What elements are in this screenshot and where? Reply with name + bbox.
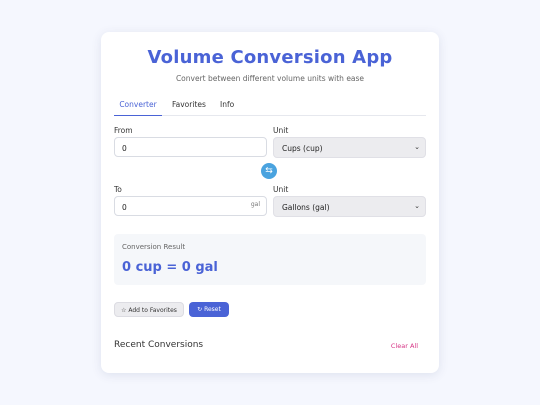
add-to-favorites-label: Add to Favorites — [128, 307, 177, 314]
to-unit-select[interactable]: Gallons (gal) ⌄ — [273, 196, 426, 217]
converter-card: Volume Conversion App Convert between di… — [101, 32, 439, 373]
app-title: Volume Conversion App — [147, 47, 393, 68]
from-label: From — [114, 126, 133, 135]
from-value-input[interactable]: 0 — [114, 137, 267, 157]
to-value-input[interactable]: 0 gal — [114, 196, 267, 216]
chevron-down-icon: ⌄ — [414, 143, 420, 151]
app-subtitle: Convert between different volume units w… — [175, 74, 365, 83]
from-value: 0 — [122, 144, 127, 153]
clear-all-button[interactable]: Clear All — [391, 342, 418, 350]
tab-info[interactable]: Info — [220, 100, 234, 116]
conversion-result-panel: Conversion Result 0 cup = 0 gal — [114, 234, 426, 285]
to-unit-suffix: gal — [250, 201, 260, 208]
result-label: Conversion Result — [122, 243, 186, 251]
from-unit-label: Unit — [273, 126, 289, 135]
add-to-favorites-button[interactable]: ☆ Add to Favorites — [114, 302, 184, 317]
reset-label: Reset — [204, 306, 221, 313]
to-label: To — [114, 185, 122, 194]
swap-arrows-icon[interactable]: ⇆ — [261, 163, 277, 179]
reset-button[interactable]: ↻ Reset — [189, 302, 229, 317]
tab-converter[interactable]: Converter — [114, 100, 162, 116]
from-unit-selected: Cups (cup) — [282, 144, 323, 153]
chevron-down-icon: ⌄ — [414, 202, 420, 210]
star-outline-icon: ☆ — [121, 307, 127, 314]
to-unit-label: Unit — [273, 185, 289, 194]
to-unit-selected: Gallons (gal) — [282, 203, 330, 212]
tab-favorites[interactable]: Favorites — [172, 100, 206, 116]
from-unit-select[interactable]: Cups (cup) ⌄ — [273, 137, 426, 158]
recent-conversions-title: Recent Conversions — [114, 340, 204, 350]
to-value: 0 — [122, 203, 127, 212]
result-value: 0 cup = 0 gal — [122, 260, 218, 275]
tab-bar: Converter Favorites Info — [114, 100, 426, 116]
refresh-icon: ↻ — [197, 306, 203, 313]
